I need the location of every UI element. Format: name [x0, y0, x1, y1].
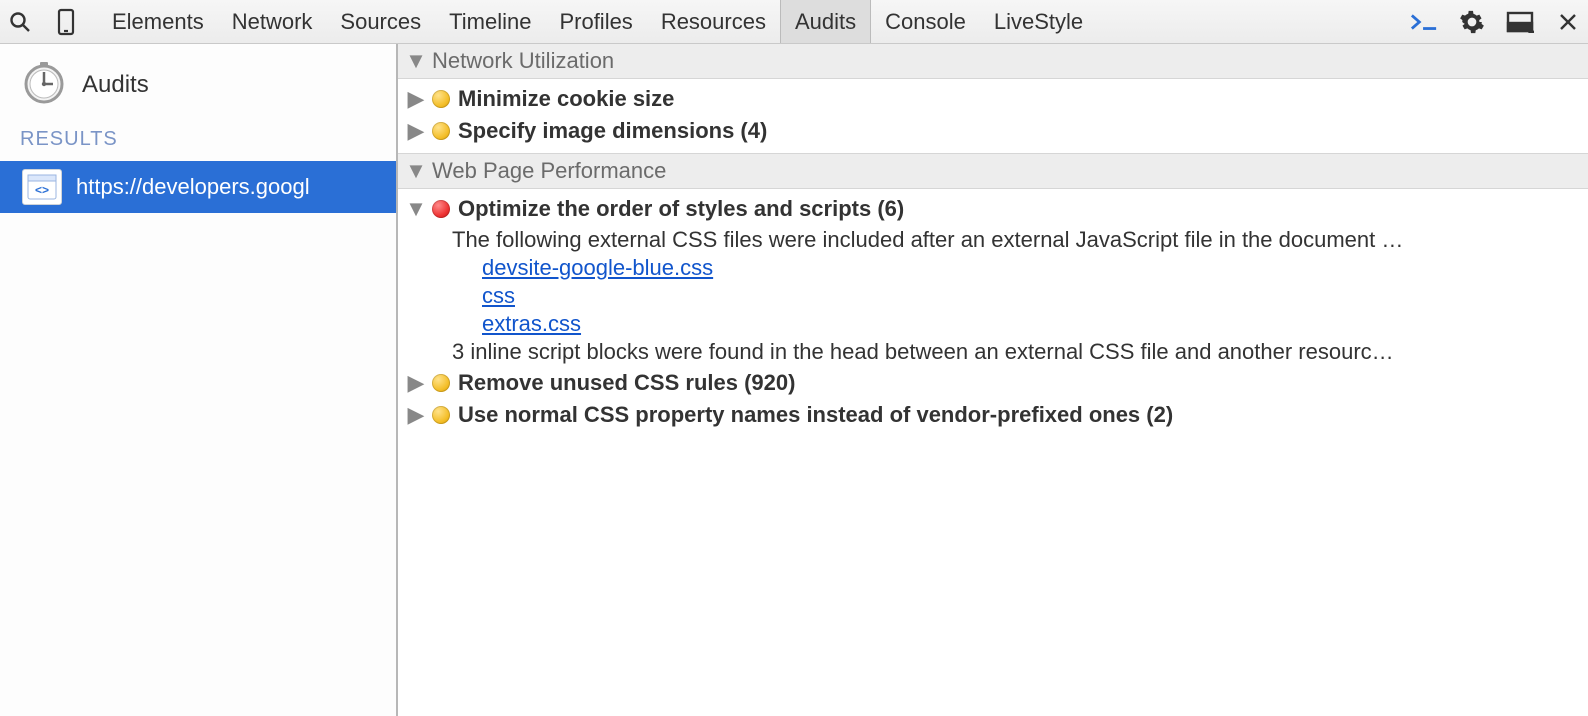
- section-header-web-page-performance[interactable]: ▼ Web Page Performance: [398, 153, 1588, 189]
- audit-rule[interactable]: ▼ Optimize the order of styles and scrip…: [398, 193, 1588, 225]
- devtools-root: Elements Network Sources Timeline Profil…: [0, 0, 1588, 716]
- sidebar-item-label: https://developers.googl: [76, 174, 310, 200]
- css-file-link[interactable]: devsite-google-blue.css: [482, 255, 1588, 281]
- rule-title: Use normal CSS property names instead of…: [458, 402, 1173, 428]
- severity-error-icon: [432, 200, 450, 218]
- detail-text: The following external CSS files were in…: [452, 225, 1588, 255]
- detail-link-list: devsite-google-blue.css css extras.css: [452, 255, 1588, 337]
- section-body-web-page-performance: ▼ Optimize the order of styles and scrip…: [398, 189, 1588, 437]
- main: ▼ Network Utilization ▶ Minimize cookie …: [398, 44, 1588, 716]
- detail-text: 3 inline script blocks were found in the…: [452, 337, 1588, 367]
- severity-warn-icon: [432, 406, 450, 424]
- rule-title: Specify image dimensions (4): [458, 118, 767, 144]
- section-title: Network Utilization: [432, 48, 614, 74]
- sidebar-section-label: RESULTS: [0, 118, 396, 161]
- chevron-right-icon: ▶: [408, 370, 424, 396]
- tab-resources[interactable]: Resources: [647, 0, 780, 43]
- tab-label: Audits: [795, 9, 856, 35]
- rule-title: Optimize the order of styles and scripts…: [458, 196, 904, 222]
- tab-livestyle[interactable]: LiveStyle: [980, 0, 1097, 43]
- search-icon[interactable]: [6, 8, 34, 36]
- chevron-right-icon: ▶: [408, 402, 424, 428]
- tab-timeline[interactable]: Timeline: [435, 0, 545, 43]
- audit-rule[interactable]: ▶ Specify image dimensions (4): [398, 115, 1588, 147]
- tab-network[interactable]: Network: [218, 0, 327, 43]
- chevron-right-icon: ▶: [408, 86, 424, 112]
- chevron-down-icon: ▼: [408, 48, 424, 74]
- rule-details: The following external CSS files were in…: [398, 225, 1588, 367]
- severity-warn-icon: [432, 122, 450, 140]
- close-icon[interactable]: [1554, 8, 1582, 36]
- rule-title: Minimize cookie size: [458, 86, 674, 112]
- tab-profiles[interactable]: Profiles: [545, 0, 646, 43]
- tab-audits[interactable]: Audits: [780, 0, 871, 43]
- section-title: Web Page Performance: [432, 158, 666, 184]
- chevron-right-icon: ▶: [408, 118, 424, 144]
- tab-console[interactable]: Console: [871, 0, 980, 43]
- sidebar-title: Audits: [82, 71, 149, 99]
- tab-label: Sources: [340, 9, 421, 35]
- sidebar: Audits RESULTS <> https://developers.goo…: [0, 44, 398, 716]
- audit-rule[interactable]: ▶ Use normal CSS property names instead …: [398, 399, 1588, 431]
- css-file-link[interactable]: extras.css: [482, 311, 1588, 337]
- device-mode-icon[interactable]: [52, 8, 80, 36]
- dock-icon[interactable]: [1506, 8, 1534, 36]
- gear-icon[interactable]: [1458, 8, 1486, 36]
- tab-label: Network: [232, 9, 313, 35]
- tab-elements[interactable]: Elements: [98, 0, 218, 43]
- tab-sources[interactable]: Sources: [326, 0, 435, 43]
- severity-warn-icon: [432, 90, 450, 108]
- svg-text:<>: <>: [35, 183, 49, 197]
- sidebar-header[interactable]: Audits: [0, 44, 396, 118]
- show-console-icon[interactable]: [1410, 8, 1438, 36]
- chevron-down-icon: ▼: [408, 196, 424, 222]
- page-thumb-icon: <>: [22, 169, 62, 205]
- chevron-down-icon: ▼: [408, 158, 424, 184]
- section-body-network-utilization: ▶ Minimize cookie size ▶ Specify image d…: [398, 79, 1588, 153]
- tab-label: Resources: [661, 9, 766, 35]
- tab-label: Timeline: [449, 9, 531, 35]
- audit-rule[interactable]: ▶ Remove unused CSS rules (920): [398, 367, 1588, 399]
- toolbar-right: [1400, 0, 1582, 43]
- toolbar: Elements Network Sources Timeline Profil…: [0, 0, 1588, 44]
- tab-label: Profiles: [559, 9, 632, 35]
- toolbar-left: [6, 0, 98, 43]
- tab-label: Console: [885, 9, 966, 35]
- stopwatch-icon: [20, 58, 68, 112]
- sidebar-result-item[interactable]: <> https://developers.googl: [0, 161, 396, 213]
- body: Audits RESULTS <> https://developers.goo…: [0, 44, 1588, 716]
- tab-label: LiveStyle: [994, 9, 1083, 35]
- tab-label: Elements: [112, 9, 204, 35]
- rule-title: Remove unused CSS rules (920): [458, 370, 795, 396]
- toolbar-tabs: Elements Network Sources Timeline Profil…: [98, 0, 1400, 43]
- severity-warn-icon: [432, 374, 450, 392]
- css-file-link[interactable]: css: [482, 283, 1588, 309]
- audit-rule[interactable]: ▶ Minimize cookie size: [398, 83, 1588, 115]
- section-header-network-utilization[interactable]: ▼ Network Utilization: [398, 44, 1588, 79]
